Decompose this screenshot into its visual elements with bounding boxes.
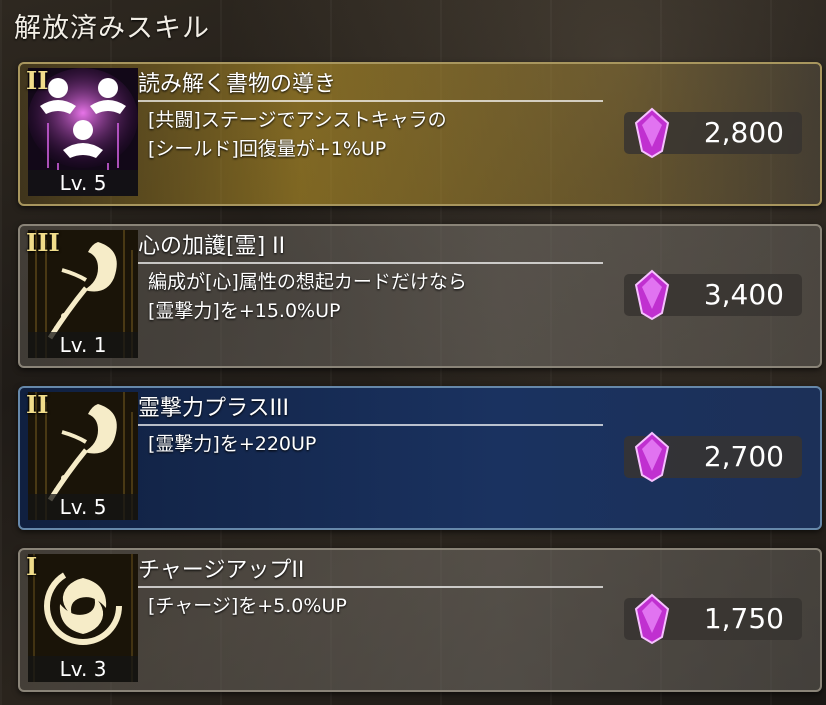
skill-rank: III (26, 228, 60, 257)
divider (138, 100, 603, 102)
skill-rank: II (26, 66, 49, 95)
cost-pill[interactable]: 3,400 (624, 269, 802, 321)
gem-icon (634, 431, 670, 483)
skill-card[interactable]: III Lv. 1 心の加護[霊] II 編成が[心]属性の想起カードだけなら … (18, 224, 822, 368)
cost-pill[interactable]: 2,700 (624, 431, 802, 483)
skill-level: Lv. 3 (28, 656, 138, 682)
skill-card[interactable]: II Lv. 5 霊撃力プラスIII [霊撃力]を+220UP 2,700 (18, 386, 822, 530)
skill-icon-frame: II Lv. 5 (26, 66, 138, 196)
cost-pill[interactable]: 2,800 (624, 107, 802, 159)
skill-card[interactable]: I Lv. 3 チャージアップII [チャージ]を+5.0%UP 1,750 (18, 548, 822, 692)
section-title: 解放済みスキル (14, 13, 210, 44)
skill-icon-frame: I Lv. 3 (26, 552, 138, 682)
cost-area[interactable]: 1,750 (604, 550, 820, 686)
skill-icon-frame: III Lv. 1 (26, 228, 138, 358)
skill-description: [霊撃力]を+220UP (148, 433, 317, 455)
skill-level: Lv. 5 (28, 170, 138, 196)
gem-icon (634, 269, 670, 321)
divider (138, 424, 603, 426)
skill-level: Lv. 1 (28, 332, 138, 358)
skill-icon-frame: II Lv. 5 (26, 390, 138, 520)
gem-icon (634, 107, 670, 159)
cost-pill[interactable]: 1,750 (624, 593, 802, 645)
skill-title: 読み解く書物の導き (138, 72, 337, 97)
divider (138, 586, 603, 588)
cost-area[interactable]: 2,700 (604, 388, 820, 524)
skill-cost: 2,800 (703, 116, 784, 149)
divider (138, 262, 603, 264)
gem-icon (634, 593, 670, 645)
skill-rank: I (26, 552, 38, 581)
skill-cost: 2,700 (703, 440, 784, 473)
skill-rank: II (26, 390, 49, 419)
cost-area[interactable]: 2,800 (604, 64, 820, 200)
skill-description: [共闘]ステージでアシストキャラの [シールド]回復量が+1%UP (148, 109, 447, 160)
skill-cost: 3,400 (703, 278, 784, 311)
skill-cost: 1,750 (703, 602, 784, 635)
skill-description: 編成が[心]属性の想起カードだけなら [霊撃力]を+15.0%UP (148, 271, 467, 322)
skill-title: 心の加護[霊] II (138, 234, 286, 259)
skill-level: Lv. 5 (28, 494, 138, 520)
skill-title: 霊撃力プラスIII (138, 396, 290, 421)
skill-title: チャージアップII (138, 558, 305, 583)
skill-card[interactable]: II Lv. 5 読み解く書物の導き [共闘]ステージでアシストキャラの [シー… (18, 62, 822, 206)
skill-description: [チャージ]を+5.0%UP (148, 595, 347, 617)
cost-area[interactable]: 3,400 (604, 226, 820, 362)
